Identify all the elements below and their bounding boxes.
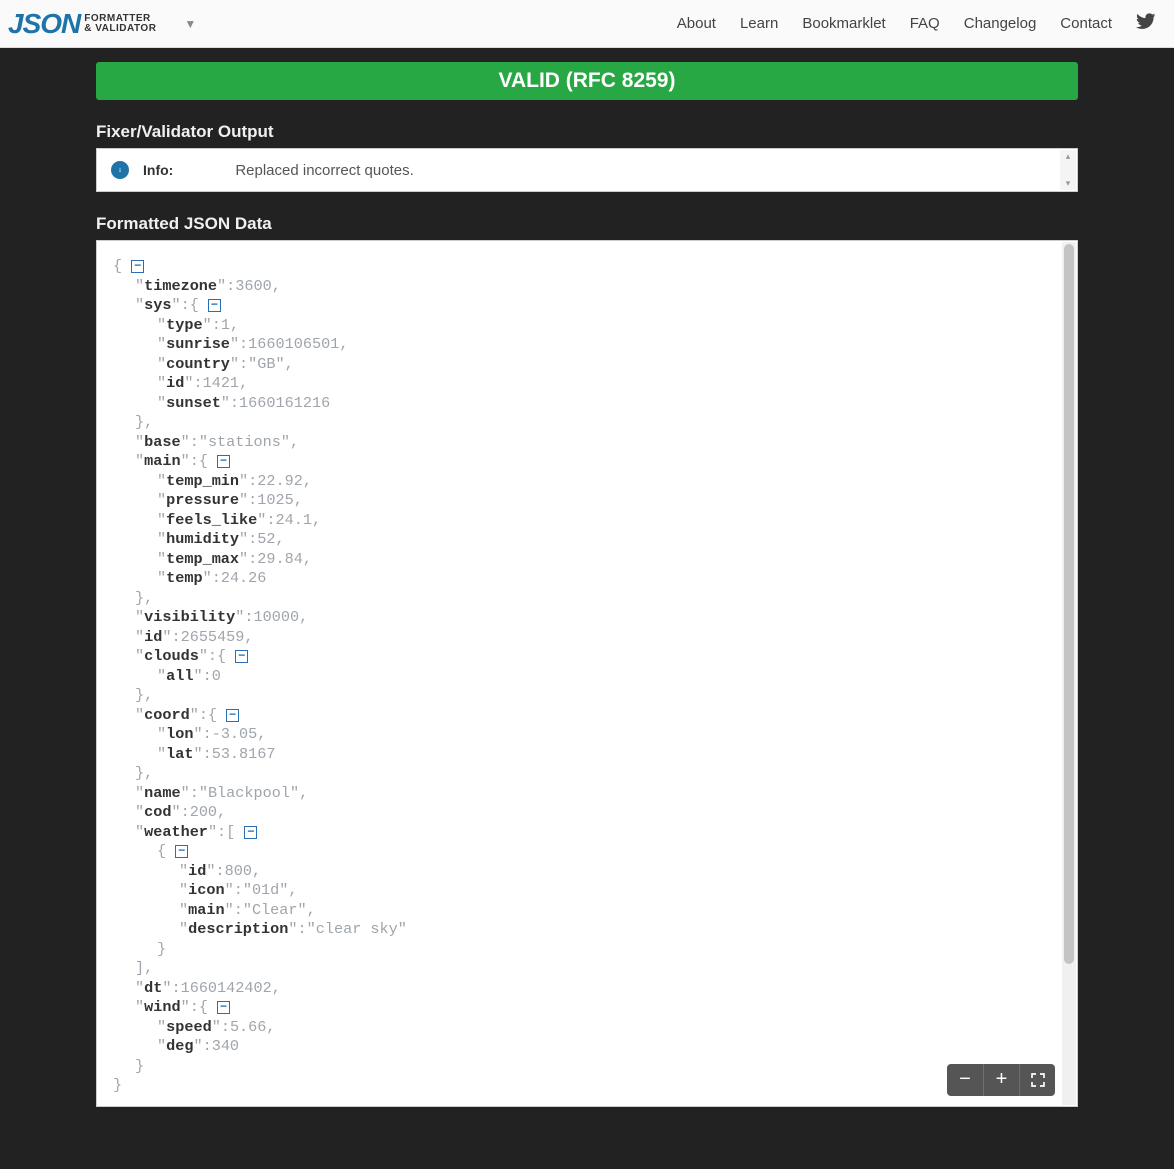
- json-scrollbar[interactable]: [1062, 242, 1076, 1105]
- main-nav: About Learn Bookmarklet FAQ Changelog Co…: [677, 11, 1156, 36]
- nav-faq[interactable]: FAQ: [910, 15, 940, 32]
- collapse-icon[interactable]: −: [175, 845, 188, 858]
- logo-main: JSON: [8, 8, 80, 40]
- collapse-icon[interactable]: −: [217, 1001, 230, 1014]
- content-area: VALID (RFC 8259) Fixer/Validator Output …: [96, 48, 1078, 1107]
- site-logo[interactable]: JSON FORMATTER & VALIDATOR: [8, 8, 156, 40]
- collapse-icon[interactable]: −: [208, 299, 221, 312]
- output-section-title: Fixer/Validator Output: [96, 122, 1078, 142]
- fullscreen-icon: [1030, 1072, 1046, 1088]
- validation-banner-text: VALID (RFC 8259): [499, 69, 676, 92]
- logo-wrap: JSON FORMATTER & VALIDATOR ▼: [8, 8, 196, 40]
- collapse-icon[interactable]: −: [244, 826, 257, 839]
- nav-about[interactable]: About: [677, 15, 716, 32]
- info-box: Info: Replaced incorrect quotes. ▴▾: [96, 148, 1078, 192]
- json-section-title: Formatted JSON Data: [96, 214, 1078, 234]
- logo-dropdown-icon[interactable]: ▼: [184, 17, 196, 31]
- collapse-icon[interactable]: −: [226, 709, 239, 722]
- logo-line2: & VALIDATOR: [84, 24, 156, 34]
- collapse-icon[interactable]: −: [131, 260, 144, 273]
- collapse-icon[interactable]: −: [217, 455, 230, 468]
- info-icon: [111, 161, 129, 179]
- fullscreen-button[interactable]: [1019, 1064, 1055, 1096]
- collapse-icon[interactable]: −: [235, 650, 248, 663]
- top-header: JSON FORMATTER & VALIDATOR ▼ About Learn…: [0, 0, 1174, 48]
- logo-line1: FORMATTER: [84, 14, 156, 24]
- info-scrollbar[interactable]: ▴▾: [1060, 150, 1076, 190]
- info-message: Replaced incorrect quotes.: [235, 162, 413, 179]
- nav-contact[interactable]: Contact: [1060, 15, 1112, 32]
- validation-banner: VALID (RFC 8259): [96, 62, 1078, 100]
- info-label: Info:: [143, 162, 173, 178]
- twitter-icon[interactable]: [1136, 11, 1156, 36]
- nav-learn[interactable]: Learn: [740, 15, 778, 32]
- minus-icon: −: [959, 1068, 971, 1091]
- zoom-out-button[interactable]: −: [947, 1064, 983, 1096]
- zoom-in-button[interactable]: +: [983, 1064, 1019, 1096]
- logo-sub: FORMATTER & VALIDATOR: [84, 14, 156, 34]
- nav-changelog[interactable]: Changelog: [964, 15, 1037, 32]
- json-output-panel[interactable]: { − "timezone":3600, "sys":{ − "type":1,…: [96, 240, 1078, 1107]
- zoom-toolbar: − +: [947, 1064, 1055, 1096]
- nav-bookmarklet[interactable]: Bookmarklet: [802, 15, 885, 32]
- plus-icon: +: [996, 1068, 1008, 1091]
